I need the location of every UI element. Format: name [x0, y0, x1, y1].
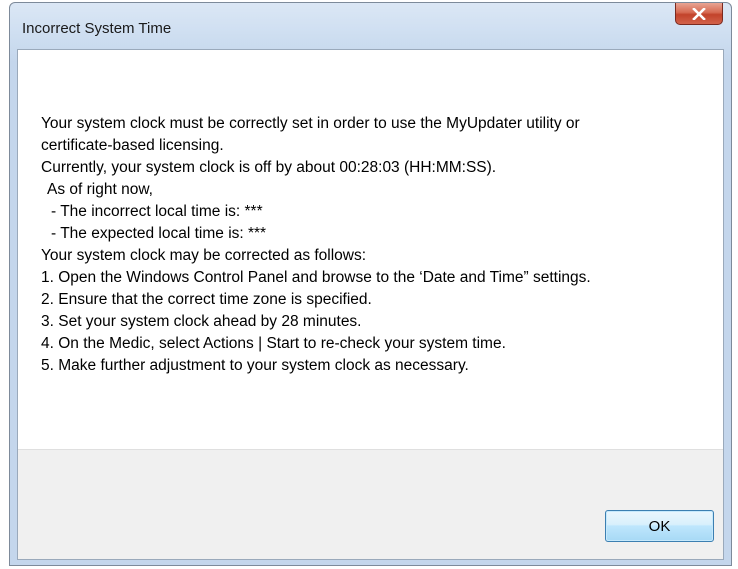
- dialog-window: Incorrect System Time Your system clock …: [9, 2, 732, 566]
- message-line: As of right now,: [47, 181, 153, 198]
- message-line: 4. On the Medic, select Actions | Start …: [41, 335, 506, 352]
- close-button[interactable]: [675, 3, 723, 25]
- close-icon: [692, 7, 706, 20]
- message-line: Currently, your system clock is off by a…: [41, 159, 497, 176]
- title-bar[interactable]: Incorrect System Time: [10, 3, 731, 49]
- ok-button[interactable]: OK: [605, 510, 714, 542]
- message-line: 2. Ensure that the correct time zone is …: [41, 291, 372, 308]
- message-line: certificate-based licensing.: [41, 137, 224, 154]
- dialog-title: Incorrect System Time: [22, 20, 172, 37]
- message-text: Your system clock must be correctly set …: [41, 113, 719, 377]
- message-line: Your system clock must be correctly set …: [41, 115, 580, 132]
- button-bar: OK: [18, 449, 723, 559]
- message-line: - The expected local time is: ***: [51, 225, 267, 242]
- ok-button-label: OK: [648, 517, 671, 535]
- message-line: Your system clock may be corrected as fo…: [41, 247, 367, 264]
- dialog-body: Your system clock must be correctly set …: [17, 49, 724, 560]
- message-line: 1. Open the Windows Control Panel and br…: [41, 269, 591, 286]
- message-line: 3. Set your system clock ahead by 28 min…: [41, 313, 362, 330]
- message-line: - The incorrect local time is: ***: [51, 203, 263, 220]
- message-line: 5. Make further adjustment to your syste…: [41, 357, 469, 374]
